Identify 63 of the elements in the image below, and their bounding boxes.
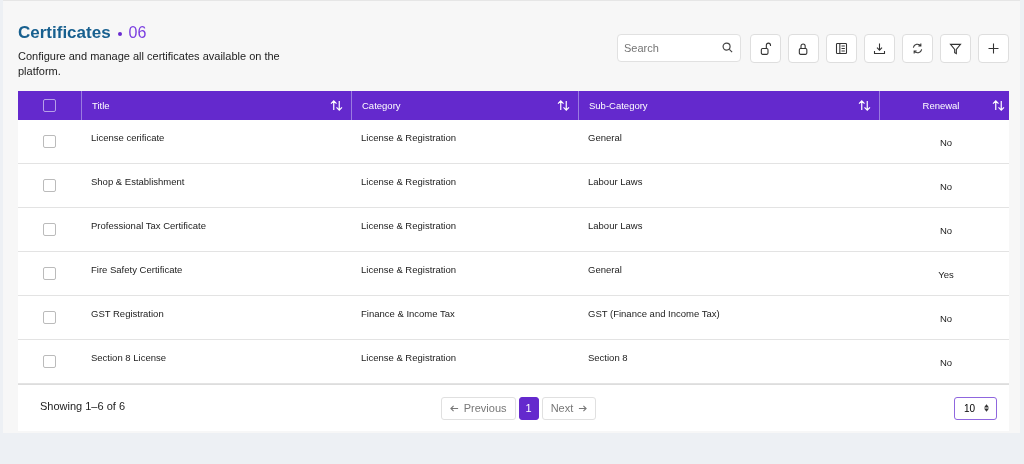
toolbar-button[interactable] [826, 34, 857, 63]
left-arrow-icon [449, 403, 459, 413]
column-header[interactable]: Renewal [890, 100, 992, 111]
page-size-select[interactable]: 10 [953, 396, 997, 420]
sort-icon[interactable] [557, 100, 570, 111]
table-cell: Section 8 License [91, 352, 166, 363]
sort-icon[interactable] [992, 100, 1005, 111]
column-header[interactable]: Sub-Category [589, 100, 858, 111]
table-cell: Labour Laws [588, 220, 643, 231]
table-cell: Professional Tax Certificate [91, 220, 206, 231]
right-arrow-icon [578, 403, 588, 413]
item-count: 06 [128, 24, 147, 42]
toolbar-button[interactable] [940, 34, 971, 63]
table-cell: Fire Safety Certificate [91, 264, 183, 275]
table-cell: No [939, 137, 953, 148]
table-cell: General [588, 132, 622, 143]
table-cell: No [939, 313, 953, 324]
checkbox[interactable] [43, 311, 56, 324]
download-icon [872, 41, 887, 56]
table-cell: GST Registration [91, 308, 164, 319]
table-cell: Section 8 [588, 352, 628, 363]
search-field[interactable]: Search [617, 34, 741, 62]
filter-icon [948, 41, 963, 56]
plus-icon [986, 41, 1001, 56]
columns-icon [834, 41, 849, 56]
checkbox[interactable] [43, 355, 56, 368]
table-cell: No [939, 181, 953, 192]
checkbox[interactable] [43, 135, 56, 148]
separator-dot [117, 32, 122, 36]
search-icon [722, 42, 733, 53]
refresh-icon [910, 41, 925, 56]
table-cell: License cerificate [91, 132, 165, 143]
toolbar-button[interactable] [750, 34, 781, 63]
page-description: Configure and manage all certificates available on the platform. [18, 49, 281, 79]
toolbar-button[interactable] [864, 34, 895, 63]
table-cell: License & Registration [361, 176, 457, 187]
table-cell: Labour Laws [588, 176, 643, 187]
table-cell: Shop & Establishment [91, 176, 185, 187]
table-cell: Finance & Income Tax [361, 308, 455, 319]
toolbar-button[interactable] [788, 34, 819, 63]
checkbox[interactable] [43, 179, 56, 192]
sort-icon[interactable] [858, 100, 871, 111]
page-title: Certificates [18, 23, 111, 43]
unlock-icon [758, 41, 773, 56]
table-cell: No [939, 225, 953, 236]
column-header[interactable]: Category [362, 100, 557, 111]
sort-icon[interactable] [330, 100, 343, 111]
checkbox[interactable] [43, 99, 56, 112]
table-cell: No [939, 357, 953, 368]
table-cell: GST (Finance and Income Tax) [588, 308, 720, 319]
updown-caret-icon [984, 404, 989, 412]
checkbox[interactable] [43, 223, 56, 236]
column-header[interactable]: Title [92, 100, 330, 111]
table-cell: Yes [938, 269, 954, 280]
results-summary: Showing 1–6 of 6 [40, 399, 126, 412]
page-button[interactable]: 1 [518, 396, 539, 420]
table-cell: License & Registration [361, 220, 457, 231]
checkbox[interactable] [43, 267, 56, 280]
table-cell: License & Registration [361, 132, 457, 143]
table-cell: License & Registration [361, 264, 457, 275]
table-cell: License & Registration [361, 352, 457, 363]
toolbar-button[interactable] [902, 34, 933, 63]
table-cell: General [588, 264, 622, 275]
